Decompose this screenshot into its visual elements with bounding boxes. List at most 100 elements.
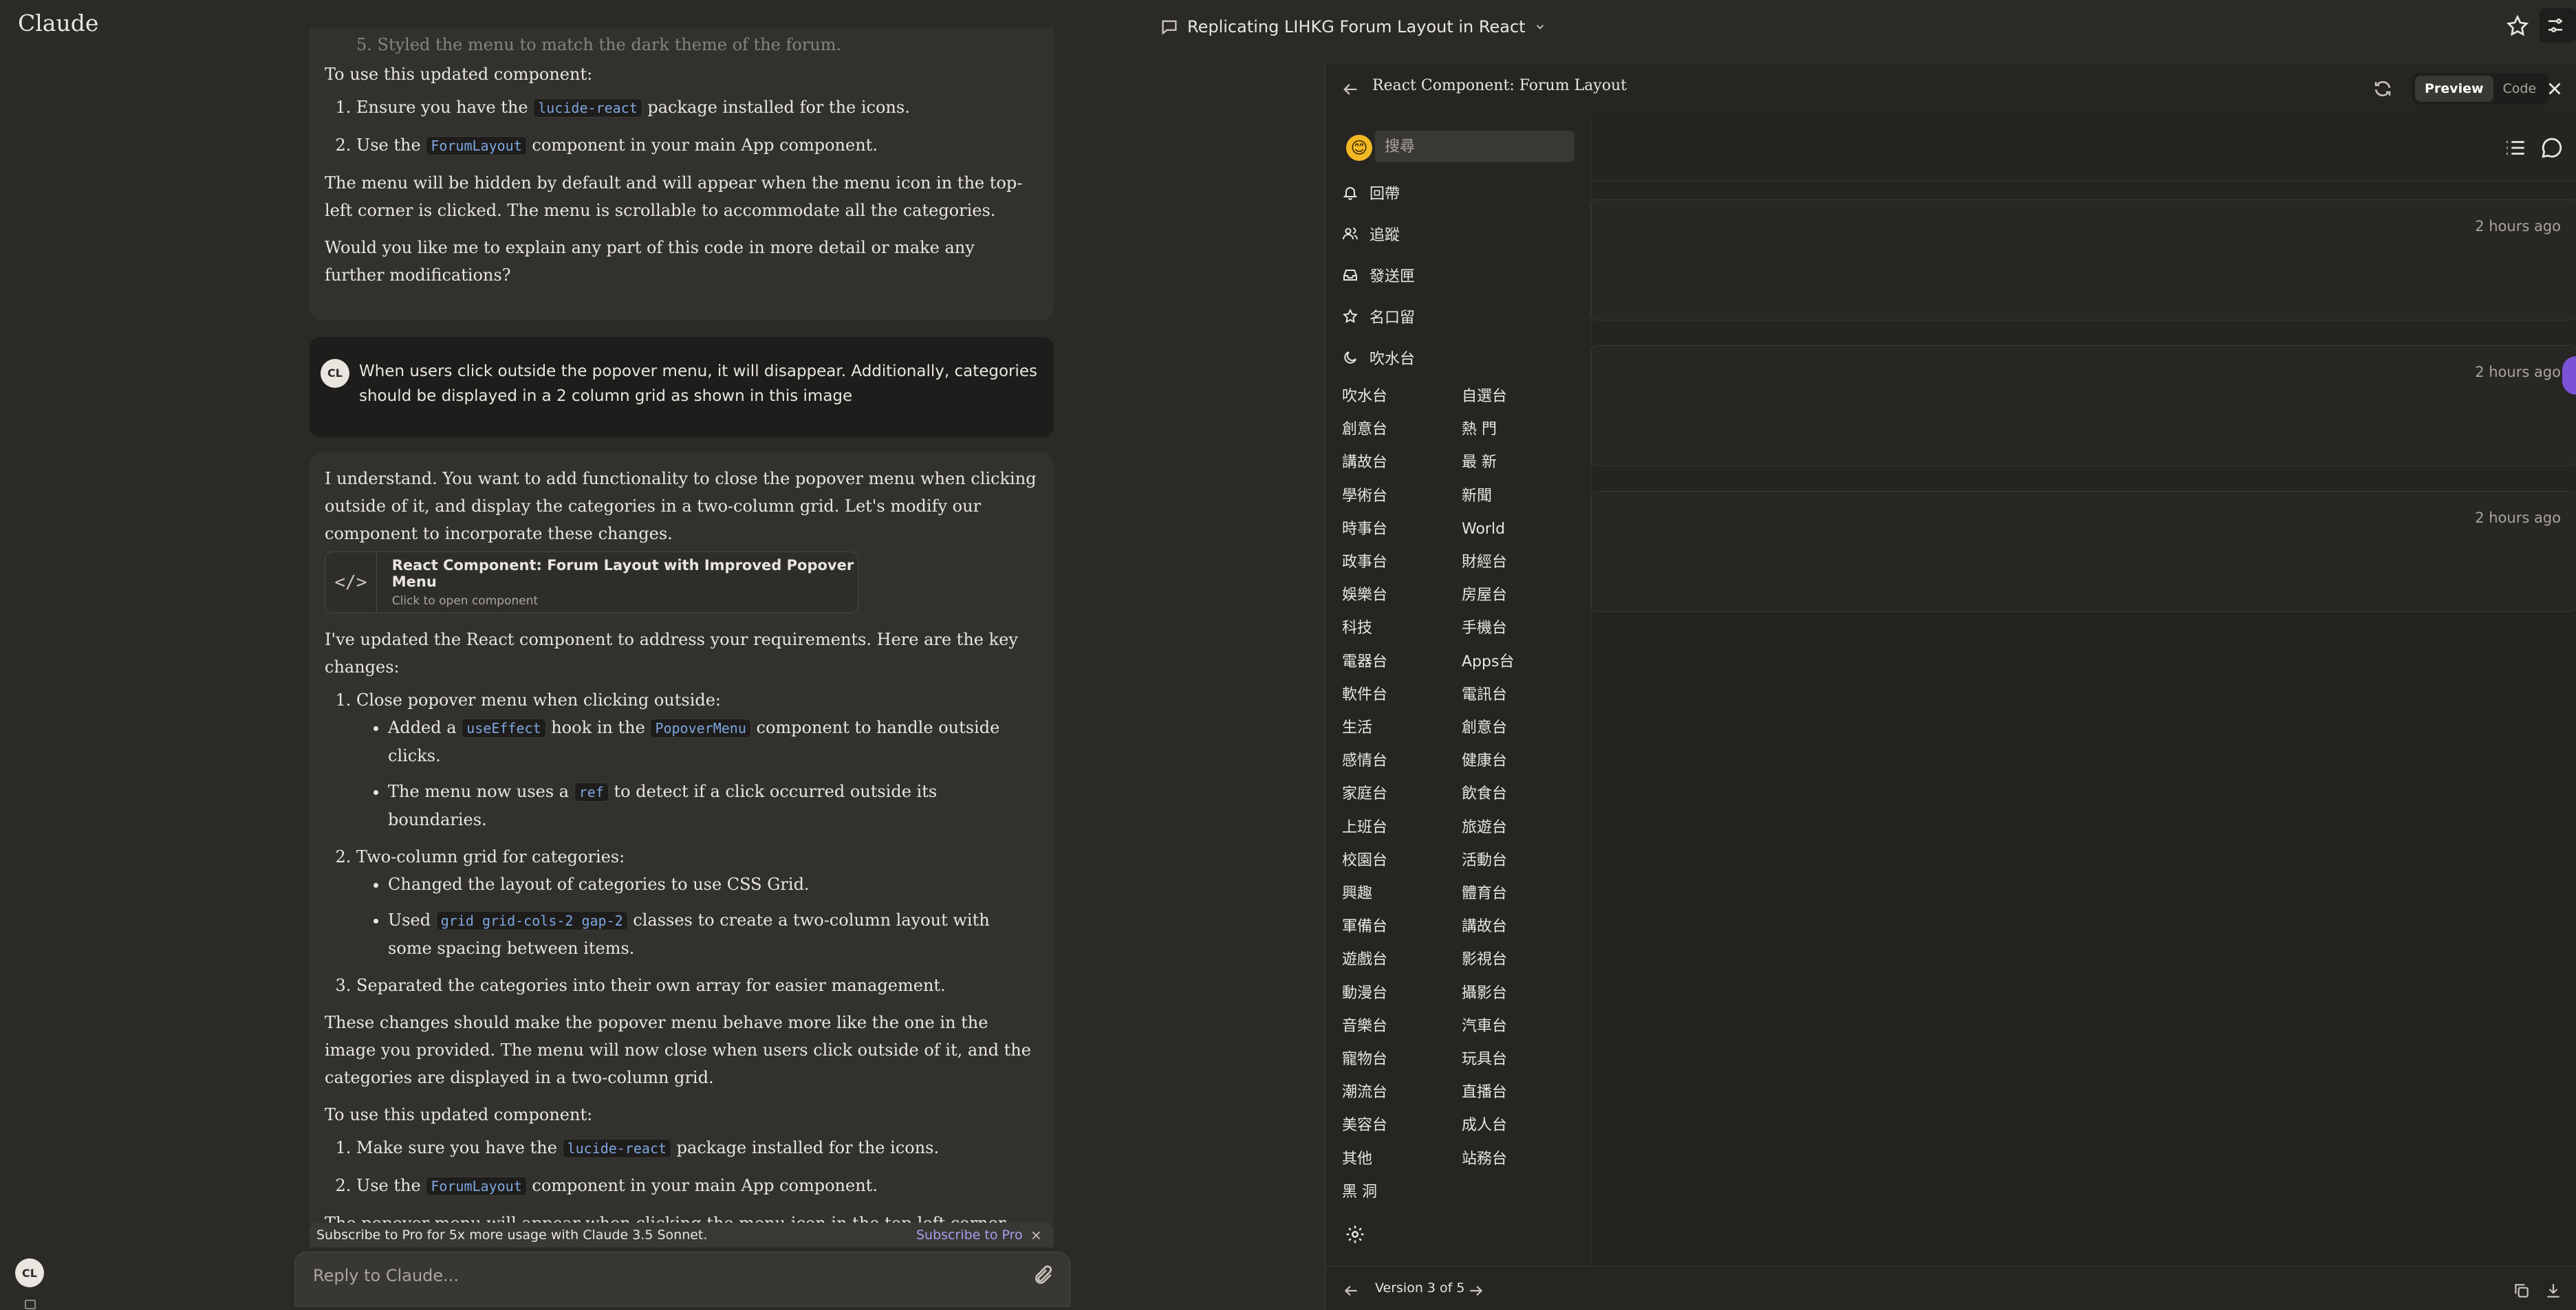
artifact-card[interactable]: </> React Component: Forum Layout with I… [325,552,858,613]
category-item[interactable]: 潮流台 [1342,1081,1387,1104]
category-item[interactable]: 其他 [1342,1148,1372,1171]
menu-item-notifications[interactable]: 回帶 [1342,179,1400,206]
menu-item-bookmarks[interactable]: 名口留 [1342,303,1415,330]
panel-footer: Version 3 of 5 [1325,1266,2576,1310]
message-circle-icon[interactable] [2540,136,2564,160]
sidebar-icon[interactable] [25,1300,36,1309]
menu-item-label: 追蹤 [1370,227,1400,244]
tab-preview[interactable]: Preview [2415,76,2493,102]
tab-code[interactable]: Code [2493,76,2546,102]
assistant-response: I understand. You want to add functional… [310,452,1054,1224]
post-card[interactable]: 2 hours ago [1591,199,2576,320]
category-item[interactable]: 興趣 [1342,882,1372,906]
category-item[interactable]: 財經台 [1462,551,1507,574]
list-item: The menu now uses a ref to detect if a c… [388,778,1039,833]
category-item[interactable]: 健康台 [1462,750,1507,773]
user-avatar[interactable]: CL [15,1258,44,1287]
menu-item-label: 發送匣 [1370,268,1416,285]
category-item[interactable]: 感情台 [1342,750,1387,773]
category-item[interactable]: World [1462,518,1505,541]
category-item[interactable]: 房屋台 [1462,584,1507,607]
category-item[interactable]: 講故台 [1342,451,1387,474]
arrow-left-icon[interactable] [1342,1282,1360,1300]
settings-toggle-button[interactable] [2540,8,2576,43]
floating-avatar[interactable] [2562,356,2576,395]
gear-icon[interactable] [1345,1224,1365,1245]
category-item[interactable]: 直播台 [1462,1081,1507,1104]
faded-line: 5. Styled the menu to match the dark the… [356,35,842,54]
category-item[interactable]: 最 新 [1462,451,1497,474]
category-item[interactable]: 黑 洞 [1342,1181,1377,1204]
category-item[interactable]: 成人台 [1462,1114,1507,1137]
category-item[interactable]: 電器台 [1342,651,1387,674]
category-item[interactable]: 電訊台 [1462,684,1507,707]
paperclip-icon[interactable] [1032,1265,1054,1287]
category-item[interactable]: 汽車台 [1462,1015,1507,1038]
category-item[interactable]: 自選台 [1462,385,1507,408]
paragraph: The menu will be hidden by default and w… [325,173,1023,220]
category-item[interactable]: 新聞 [1462,485,1492,508]
avatar: CL [321,359,349,388]
reply-box[interactable]: Reply to Claude... [294,1252,1070,1307]
menu-item-inbox[interactable]: 發送匣 [1342,261,1415,289]
category-item[interactable]: 遊戲台 [1342,948,1387,972]
category-item[interactable]: 寵物台 [1342,1048,1387,1071]
menu-item-current-board[interactable]: 吹水台 [1342,344,1415,371]
popover-menu: 😊 回帶 追蹤 發送匣 名口留 [1325,116,1591,1266]
category-item[interactable]: 站務台 [1462,1148,1507,1171]
category-item[interactable]: 玩具台 [1462,1048,1507,1071]
category-item[interactable]: 上班台 [1342,816,1387,840]
artifact-card-subtitle: Click to open component [391,594,539,608]
category-item[interactable]: 旅遊台 [1462,816,1507,840]
category-item[interactable]: 音樂台 [1342,1015,1387,1038]
category-item[interactable]: 科技 [1342,617,1372,640]
category-item[interactable]: 飲食台 [1462,783,1507,806]
brand-logo[interactable]: Claude [18,10,98,36]
category-item[interactable]: 動漫台 [1342,982,1387,1005]
category-item[interactable]: 攝影台 [1462,982,1507,1005]
category-item[interactable]: 熱 門 [1462,418,1497,441]
list-item: Close popover menu when clicking outside… [356,686,1039,833]
category-item[interactable]: 影視台 [1462,948,1507,972]
arrow-right-icon[interactable] [1467,1282,1485,1300]
reply-input[interactable]: Reply to Claude... [313,1266,459,1285]
category-item[interactable]: 生活 [1342,717,1372,740]
category-item[interactable]: 學術台 [1342,485,1387,508]
menu-item-following[interactable]: 追蹤 [1342,220,1400,248]
category-item[interactable]: 家庭台 [1342,783,1387,806]
moon-icon [1344,351,1356,364]
category-item[interactable]: 吹水台 [1342,385,1387,408]
post-card[interactable]: 2 hours ago [1591,491,2576,612]
post-time: 2 hours ago [2475,218,2561,234]
category-item[interactable]: 時事台 [1342,518,1387,541]
close-icon[interactable]: × [1030,1227,1042,1243]
category-item[interactable]: 講故台 [1462,915,1507,939]
emoji-avatar[interactable]: 😊 [1346,135,1372,161]
refresh-icon[interactable] [2372,78,2393,99]
subscribe-pro-link[interactable]: Subscribe to Pro [916,1227,1023,1243]
copy-icon[interactable] [2513,1282,2531,1300]
category-item[interactable]: 政事台 [1342,551,1387,574]
category-item[interactable]: 美容台 [1342,1114,1387,1137]
category-item[interactable]: 創意台 [1342,418,1387,441]
post-card[interactable]: 2 hours ago [1591,345,2576,466]
list-icon[interactable] [2504,136,2527,160]
category-item[interactable]: 軟件台 [1342,684,1387,707]
close-icon[interactable] [2544,78,2565,99]
use-intro-prev: To use this updated component: [325,65,593,84]
category-item[interactable]: 活動台 [1462,849,1507,873]
category-item[interactable]: 娛樂台 [1342,584,1387,607]
download-icon[interactable] [2544,1282,2562,1300]
category-item[interactable]: 體育台 [1462,882,1507,906]
star-icon[interactable] [2505,14,2530,39]
subscribe-banner: Subscribe to Pro for 5x more usage with … [310,1223,1054,1247]
arrow-left-icon[interactable] [1341,80,1360,99]
search-input[interactable] [1375,131,1574,162]
paragraph: I've updated the React component to addr… [325,630,1018,677]
category-item[interactable]: 校園台 [1342,849,1387,873]
category-item[interactable]: 創意台 [1462,717,1507,740]
category-item[interactable]: 軍備台 [1342,915,1387,939]
chat-title-button[interactable]: Replicating LIHKG Forum Layout in React [1160,15,1546,39]
category-item[interactable]: 手機台 [1462,617,1507,640]
category-item[interactable]: Apps台 [1462,651,1514,674]
